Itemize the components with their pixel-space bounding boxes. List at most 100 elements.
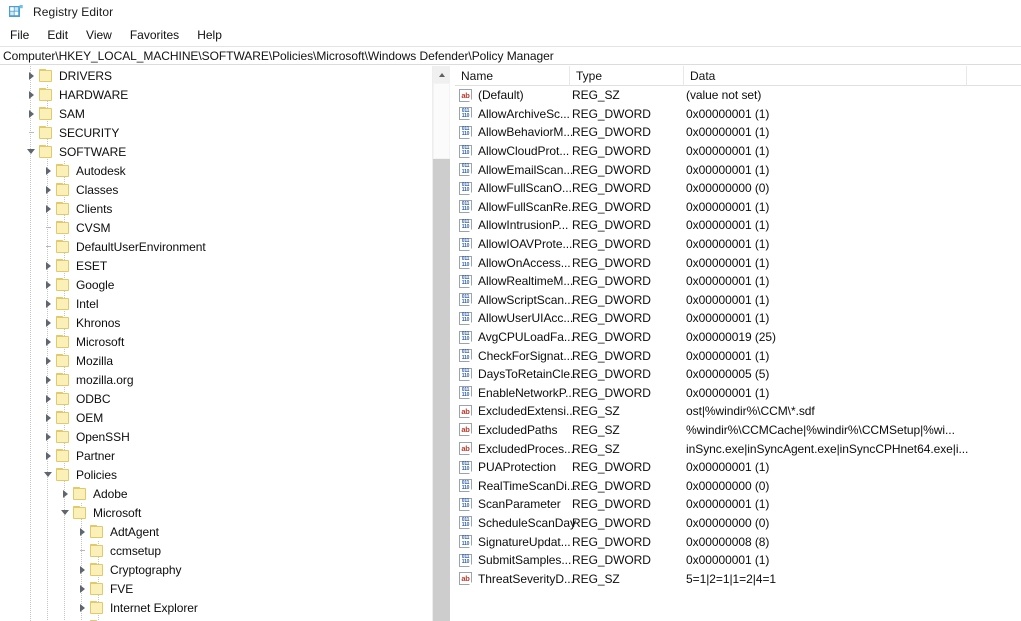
registry-tree[interactable]: DRIVERSHARDWARESAMSECURITYSOFTWAREAutode…: [0, 66, 432, 621]
chevron-right-icon[interactable]: [75, 560, 89, 579]
tree-item-cvsm[interactable]: CVSM: [0, 218, 432, 237]
chevron-right-icon[interactable]: [41, 408, 55, 427]
chevron-right-icon[interactable]: [75, 617, 89, 621]
column-header-data[interactable]: Data: [684, 66, 967, 86]
chevron-right-icon[interactable]: [41, 351, 55, 370]
chevron-right-icon[interactable]: [41, 180, 55, 199]
scroll-up-button[interactable]: [433, 66, 450, 83]
value-row[interactable]: 011110AllowFullScanO...REG_DWORD0x000000…: [455, 179, 1021, 198]
menu-view[interactable]: View: [77, 26, 121, 44]
chevron-right-icon[interactable]: [41, 389, 55, 408]
tree-item-adobe[interactable]: Adobe: [0, 484, 432, 503]
menu-edit[interactable]: Edit: [38, 26, 77, 44]
chevron-right-icon[interactable]: [24, 104, 38, 123]
chevron-right-icon[interactable]: [58, 484, 72, 503]
chevron-right-icon[interactable]: [41, 294, 55, 313]
address-bar[interactable]: Computer\HKEY_LOCAL_MACHINE\SOFTWARE\Pol…: [0, 47, 1021, 65]
tree-scrollbar[interactable]: [432, 66, 450, 621]
value-row[interactable]: abExcludedExtensi...REG_SZost|%windir%\C…: [455, 402, 1021, 421]
value-row[interactable]: abExcludedPathsREG_SZ%windir%\CCMCache|%…: [455, 421, 1021, 440]
value-row[interactable]: 011110AllowUserUIAcc...REG_DWORD0x000000…: [455, 309, 1021, 328]
tree-item-eset[interactable]: ESET: [0, 256, 432, 275]
menu-help[interactable]: Help: [188, 26, 231, 44]
chevron-right-icon[interactable]: [75, 598, 89, 617]
chevron-right-icon[interactable]: [41, 199, 55, 218]
value-row[interactable]: 011110PUAProtectionREG_DWORD0x00000001 (…: [455, 458, 1021, 477]
chevron-right-icon[interactable]: [41, 370, 55, 389]
value-row[interactable]: 011110AvgCPULoadFa...REG_DWORD0x00000019…: [455, 328, 1021, 347]
value-row[interactable]: 011110SignatureUpdat...REG_DWORD0x000000…: [455, 532, 1021, 551]
chevron-right-icon[interactable]: [41, 427, 55, 446]
registry-values-pane[interactable]: Name Type Data ab(Default)REG_SZ(value n…: [455, 66, 1021, 621]
value-row[interactable]: abExcludedProces...REG_SZinSync.exe|inSy…: [455, 439, 1021, 458]
column-header-type[interactable]: Type: [570, 66, 684, 86]
tree-item-intel[interactable]: Intel: [0, 294, 432, 313]
chevron-down-icon[interactable]: [41, 465, 55, 484]
chevron-right-icon[interactable]: [41, 332, 55, 351]
registry-tree-pane[interactable]: DRIVERSHARDWARESAMSECURITYSOFTWAREAutode…: [0, 66, 432, 621]
tree-item-khronos[interactable]: Khronos: [0, 313, 432, 332]
value-row[interactable]: 011110AllowIOAVProte...REG_DWORD0x000000…: [455, 235, 1021, 254]
value-row[interactable]: 011110ScheduleScanDayREG_DWORD0x00000000…: [455, 514, 1021, 533]
value-row[interactable]: 011110ScanParameterREG_DWORD0x00000001 (…: [455, 495, 1021, 514]
chevron-right-icon[interactable]: [41, 446, 55, 465]
menu-file[interactable]: File: [1, 26, 38, 44]
value-row[interactable]: 011110SubmitSamples...REG_DWORD0x0000000…: [455, 551, 1021, 570]
registry-values-list[interactable]: ab(Default)REG_SZ(value not set)011110Al…: [455, 86, 1021, 588]
value-row[interactable]: 011110RealTimeScanDi...REG_DWORD0x000000…: [455, 476, 1021, 495]
tree-item-policies[interactable]: Policies: [0, 465, 432, 484]
tree-item-hardware[interactable]: HARDWARE: [0, 85, 432, 104]
tree-item-google[interactable]: Google: [0, 275, 432, 294]
chevron-down-icon[interactable]: [58, 503, 72, 522]
scrollbar-track[interactable]: [433, 159, 450, 621]
tree-item-openssh[interactable]: OpenSSH: [0, 427, 432, 446]
column-header-name[interactable]: Name: [455, 66, 570, 86]
tree-item-autodesk[interactable]: Autodesk: [0, 161, 432, 180]
value-row[interactable]: 011110AllowArchiveSc...REG_DWORD0x000000…: [455, 105, 1021, 124]
tree-item-software[interactable]: SOFTWARE: [0, 142, 432, 161]
value-row[interactable]: 011110DaysToRetainCle...REG_DWORD0x00000…: [455, 365, 1021, 384]
tree-item-oem[interactable]: OEM: [0, 408, 432, 427]
chevron-right-icon[interactable]: [75, 579, 89, 598]
chevron-right-icon[interactable]: [24, 85, 38, 104]
tree-item-clients[interactable]: Clients: [0, 199, 432, 218]
chevron-down-icon[interactable]: [24, 142, 38, 161]
tree-item-internet-explorer[interactable]: Internet Explorer: [0, 598, 432, 617]
tree-item-sam[interactable]: SAM: [0, 104, 432, 123]
scrollbar-thumb[interactable]: [433, 83, 450, 159]
chevron-right-icon[interactable]: [75, 522, 89, 541]
value-row[interactable]: 011110EnableNetworkP...REG_DWORD0x000000…: [455, 384, 1021, 403]
tree-item-odbc[interactable]: ODBC: [0, 389, 432, 408]
tree-item-mozilla-org[interactable]: mozilla.org: [0, 370, 432, 389]
value-row[interactable]: 011110AllowBehaviorM...REG_DWORD0x000000…: [455, 123, 1021, 142]
tree-item-security[interactable]: SECURITY: [0, 123, 432, 142]
value-row[interactable]: 011110AllowScriptScan...REG_DWORD0x00000…: [455, 291, 1021, 310]
tree-item-cryptography[interactable]: Cryptography: [0, 560, 432, 579]
value-row[interactable]: ab(Default)REG_SZ(value not set): [455, 86, 1021, 105]
chevron-right-icon[interactable]: [41, 161, 55, 180]
tree-item-adtagent[interactable]: AdtAgent: [0, 522, 432, 541]
chevron-right-icon[interactable]: [24, 66, 38, 85]
tree-item-microsoft[interactable]: Microsoft: [0, 332, 432, 351]
value-row[interactable]: 011110AllowCloudProt...REG_DWORD0x000000…: [455, 142, 1021, 161]
chevron-right-icon[interactable]: [41, 256, 55, 275]
value-row[interactable]: 011110AllowOnAccess...REG_DWORD0x0000000…: [455, 253, 1021, 272]
value-row[interactable]: 011110AllowEmailScan...REG_DWORD0x000000…: [455, 160, 1021, 179]
value-row[interactable]: 011110CheckForSignat...REG_DWORD0x000000…: [455, 346, 1021, 365]
tree-item-microsoft[interactable]: Microsoft: [0, 503, 432, 522]
tree-item-drivers[interactable]: DRIVERS: [0, 66, 432, 85]
tree-item-partner[interactable]: Partner: [0, 446, 432, 465]
tree-item-fve[interactable]: FVE: [0, 579, 432, 598]
value-row[interactable]: 011110AllowIntrusionP...REG_DWORD0x00000…: [455, 216, 1021, 235]
tree-item-classes[interactable]: Classes: [0, 180, 432, 199]
tree-item-ccmsetup[interactable]: ccmsetup: [0, 541, 432, 560]
value-row[interactable]: 011110AllowRealtimeM...REG_DWORD0x000000…: [455, 272, 1021, 291]
value-row[interactable]: 011110AllowFullScanRe...REG_DWORD0x00000…: [455, 198, 1021, 217]
tree-item-defaultuserenvironment[interactable]: DefaultUserEnvironment: [0, 237, 432, 256]
chevron-right-icon[interactable]: [41, 313, 55, 332]
value-row[interactable]: abThreatSeverityD...REG_SZ5=1|2=1|1=2|4=…: [455, 569, 1021, 588]
tree-item-mozilla[interactable]: Mozilla: [0, 351, 432, 370]
menu-favorites[interactable]: Favorites: [121, 26, 188, 44]
tree-item-microsoftedge[interactable]: MicrosoftEdge: [0, 617, 432, 621]
chevron-right-icon[interactable]: [41, 275, 55, 294]
